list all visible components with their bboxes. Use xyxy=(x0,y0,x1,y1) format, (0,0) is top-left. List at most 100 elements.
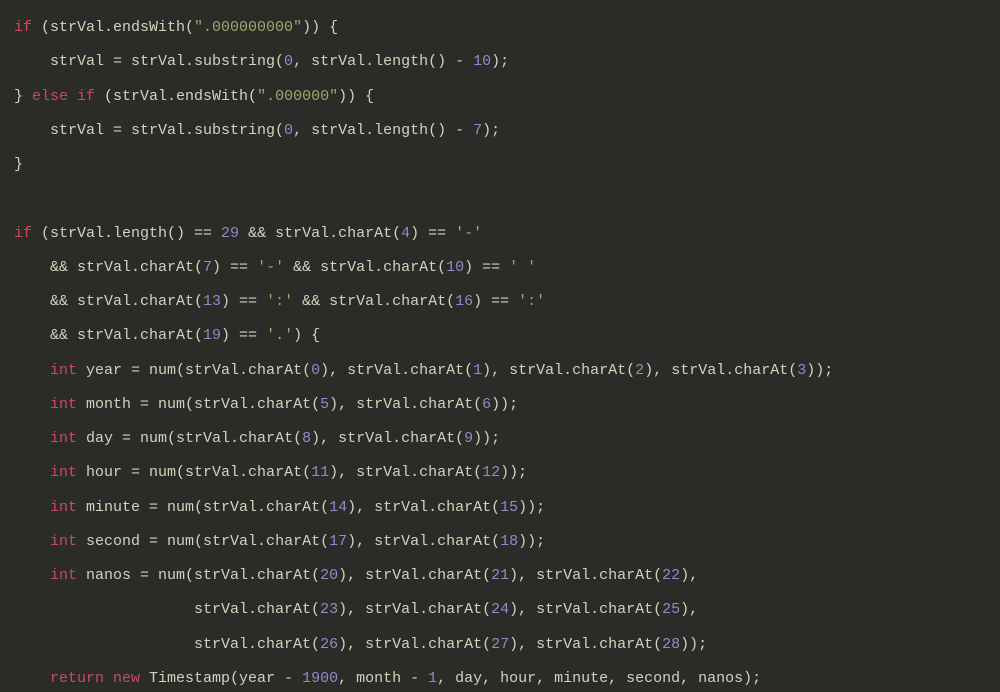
code-token xyxy=(14,567,50,584)
code-token: 23 xyxy=(320,601,338,618)
code-token: 10 xyxy=(446,259,464,276)
code-token: int xyxy=(50,396,77,413)
code-token: nanos = num(strVal.charAt( xyxy=(77,567,320,584)
code-token: strVal.charAt( xyxy=(14,636,320,653)
code-token: 19 xyxy=(203,327,221,344)
code-token: 7 xyxy=(473,122,482,139)
code-token: ), strVal.charAt( xyxy=(644,362,797,379)
code-token: 29 xyxy=(221,225,239,242)
code-token: 18 xyxy=(500,533,518,550)
code-token: && strVal.charAt( xyxy=(14,293,203,310)
code-token: , month - xyxy=(338,670,428,687)
code-token xyxy=(14,670,50,687)
code-token: strVal = strVal.substring( xyxy=(14,122,284,139)
code-token: ) { xyxy=(293,327,320,344)
code-token: )); xyxy=(680,636,707,653)
code-token: } xyxy=(14,88,32,105)
code-token: )); xyxy=(518,533,545,550)
code-token: && strVal.charAt( xyxy=(293,293,455,310)
code-token: 11 xyxy=(311,464,329,481)
code-token: ), strVal.charAt( xyxy=(311,430,464,447)
code-token: )); xyxy=(500,464,527,481)
code-token xyxy=(14,362,50,379)
code-token: ), strVal.charAt( xyxy=(338,636,491,653)
code-token: 14 xyxy=(329,499,347,516)
code-token: 24 xyxy=(491,601,509,618)
code-token: int xyxy=(50,430,77,447)
code-token xyxy=(14,430,50,447)
code-block: if (strVal.endsWith(".000000000")) { str… xyxy=(0,0,1000,692)
code-token: ) == xyxy=(473,293,518,310)
code-token: 0 xyxy=(284,53,293,70)
code-token: return new xyxy=(50,670,140,687)
code-token: int xyxy=(50,362,77,379)
code-token: ); xyxy=(491,53,509,70)
code-token: )); xyxy=(491,396,518,413)
code-token: 5 xyxy=(320,396,329,413)
code-token: day = num(strVal.charAt( xyxy=(77,430,302,447)
code-token: 28 xyxy=(662,636,680,653)
code-token: 4 xyxy=(401,225,410,242)
code-token: 17 xyxy=(329,533,347,550)
code-token: 6 xyxy=(482,396,491,413)
code-token: )) { xyxy=(302,19,338,36)
code-token: (strVal.endsWith( xyxy=(95,88,257,105)
code-token: 3 xyxy=(797,362,806,379)
code-token: 9 xyxy=(464,430,473,447)
code-token: ) == xyxy=(410,225,455,242)
code-token: ), strVal.charAt( xyxy=(329,396,482,413)
code-token: ), strVal.charAt( xyxy=(329,464,482,481)
code-token: int xyxy=(50,464,77,481)
code-token: strVal = strVal.substring( xyxy=(14,53,284,70)
code-content: if (strVal.endsWith(".000000000")) { str… xyxy=(14,19,833,692)
code-token: 0 xyxy=(284,122,293,139)
code-token: 0 xyxy=(311,362,320,379)
code-token: } xyxy=(14,156,23,173)
code-token: ), strVal.charAt( xyxy=(338,567,491,584)
code-token: , strVal.length() - xyxy=(293,122,473,139)
code-token: ) == xyxy=(221,293,266,310)
code-token: && strVal.charAt( xyxy=(284,259,446,276)
code-token: ), strVal.charAt( xyxy=(347,499,500,516)
code-token: && strVal.charAt( xyxy=(14,327,203,344)
code-token: && strVal.charAt( xyxy=(14,259,203,276)
code-token: ':' xyxy=(518,293,545,310)
code-token: ), strVal.charAt( xyxy=(509,636,662,653)
code-token: 21 xyxy=(491,567,509,584)
code-token: 1 xyxy=(473,362,482,379)
code-token: ' ' xyxy=(509,259,536,276)
code-token: year = num(strVal.charAt( xyxy=(77,362,311,379)
code-token: hour = num(strVal.charAt( xyxy=(77,464,311,481)
code-token: 22 xyxy=(662,567,680,584)
code-token: , strVal.length() - xyxy=(293,53,473,70)
code-token: minute = num(strVal.charAt( xyxy=(77,499,329,516)
code-token: 7 xyxy=(203,259,212,276)
code-token: '-' xyxy=(455,225,482,242)
code-token: 26 xyxy=(320,636,338,653)
code-token: '-' xyxy=(257,259,284,276)
code-token: , day, hour, minute, second, nanos); xyxy=(437,670,761,687)
code-token: ); xyxy=(482,122,500,139)
code-token: '.' xyxy=(266,327,293,344)
code-token: 1 xyxy=(428,670,437,687)
code-token: month = num(strVal.charAt( xyxy=(77,396,320,413)
code-token: int xyxy=(50,533,77,550)
code-token: 1900 xyxy=(302,670,338,687)
code-token: 15 xyxy=(500,499,518,516)
code-token: 10 xyxy=(473,53,491,70)
code-token: ), strVal.charAt( xyxy=(509,567,662,584)
code-token: ), xyxy=(680,601,698,618)
code-token: 25 xyxy=(662,601,680,618)
code-token: ), strVal.charAt( xyxy=(338,601,491,618)
code-token: if xyxy=(14,225,32,242)
code-token: ), strVal.charAt( xyxy=(482,362,635,379)
code-token: ) == xyxy=(221,327,266,344)
code-token: ), strVal.charAt( xyxy=(509,601,662,618)
code-token: )) { xyxy=(338,88,374,105)
code-token: 20 xyxy=(320,567,338,584)
code-token xyxy=(14,464,50,481)
code-token: ), strVal.charAt( xyxy=(320,362,473,379)
code-token: 8 xyxy=(302,430,311,447)
code-token: 12 xyxy=(482,464,500,481)
code-token: strVal.charAt( xyxy=(14,601,320,618)
